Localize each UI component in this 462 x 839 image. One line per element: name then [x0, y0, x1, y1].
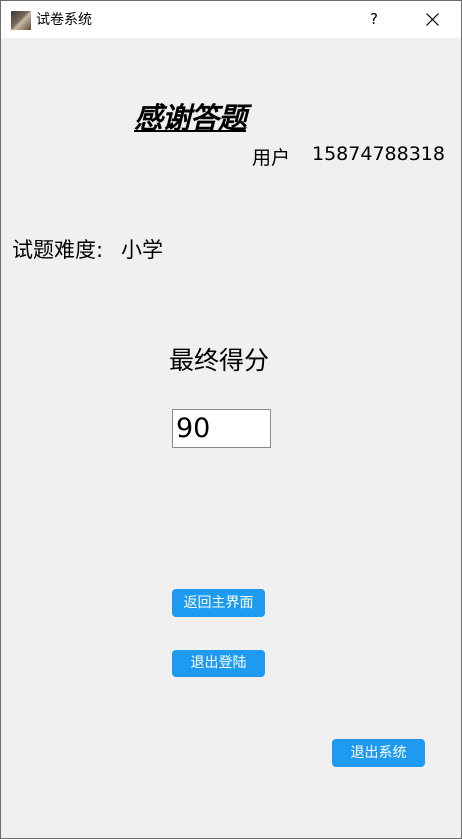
help-button[interactable]: ?: [351, 1, 397, 38]
title-bar: 试卷系统 ?: [1, 1, 461, 38]
logout-button[interactable]: 退出登陆: [172, 650, 265, 677]
app-window: 试卷系统 ? 感谢答题 用户 15874788318 试题难度: 小学 最终得分…: [0, 0, 462, 839]
close-button[interactable]: [409, 1, 455, 38]
difficulty-label: 试题难度:: [12, 238, 104, 262]
close-icon: [426, 13, 439, 26]
thanks-title: 感谢答题: [134, 101, 247, 135]
user-phone: 15874788318: [312, 143, 445, 165]
exit-system-button[interactable]: 退出系统: [332, 739, 425, 767]
score-heading: 最终得分: [169, 346, 270, 375]
app-icon: [11, 11, 31, 30]
window-title: 试卷系统: [36, 12, 92, 28]
difficulty-value: 小学: [121, 238, 163, 262]
back-to-main-button[interactable]: 返回主界面: [172, 589, 265, 617]
user-label: 用户: [252, 147, 291, 169]
score-field[interactable]: 90: [172, 409, 271, 448]
